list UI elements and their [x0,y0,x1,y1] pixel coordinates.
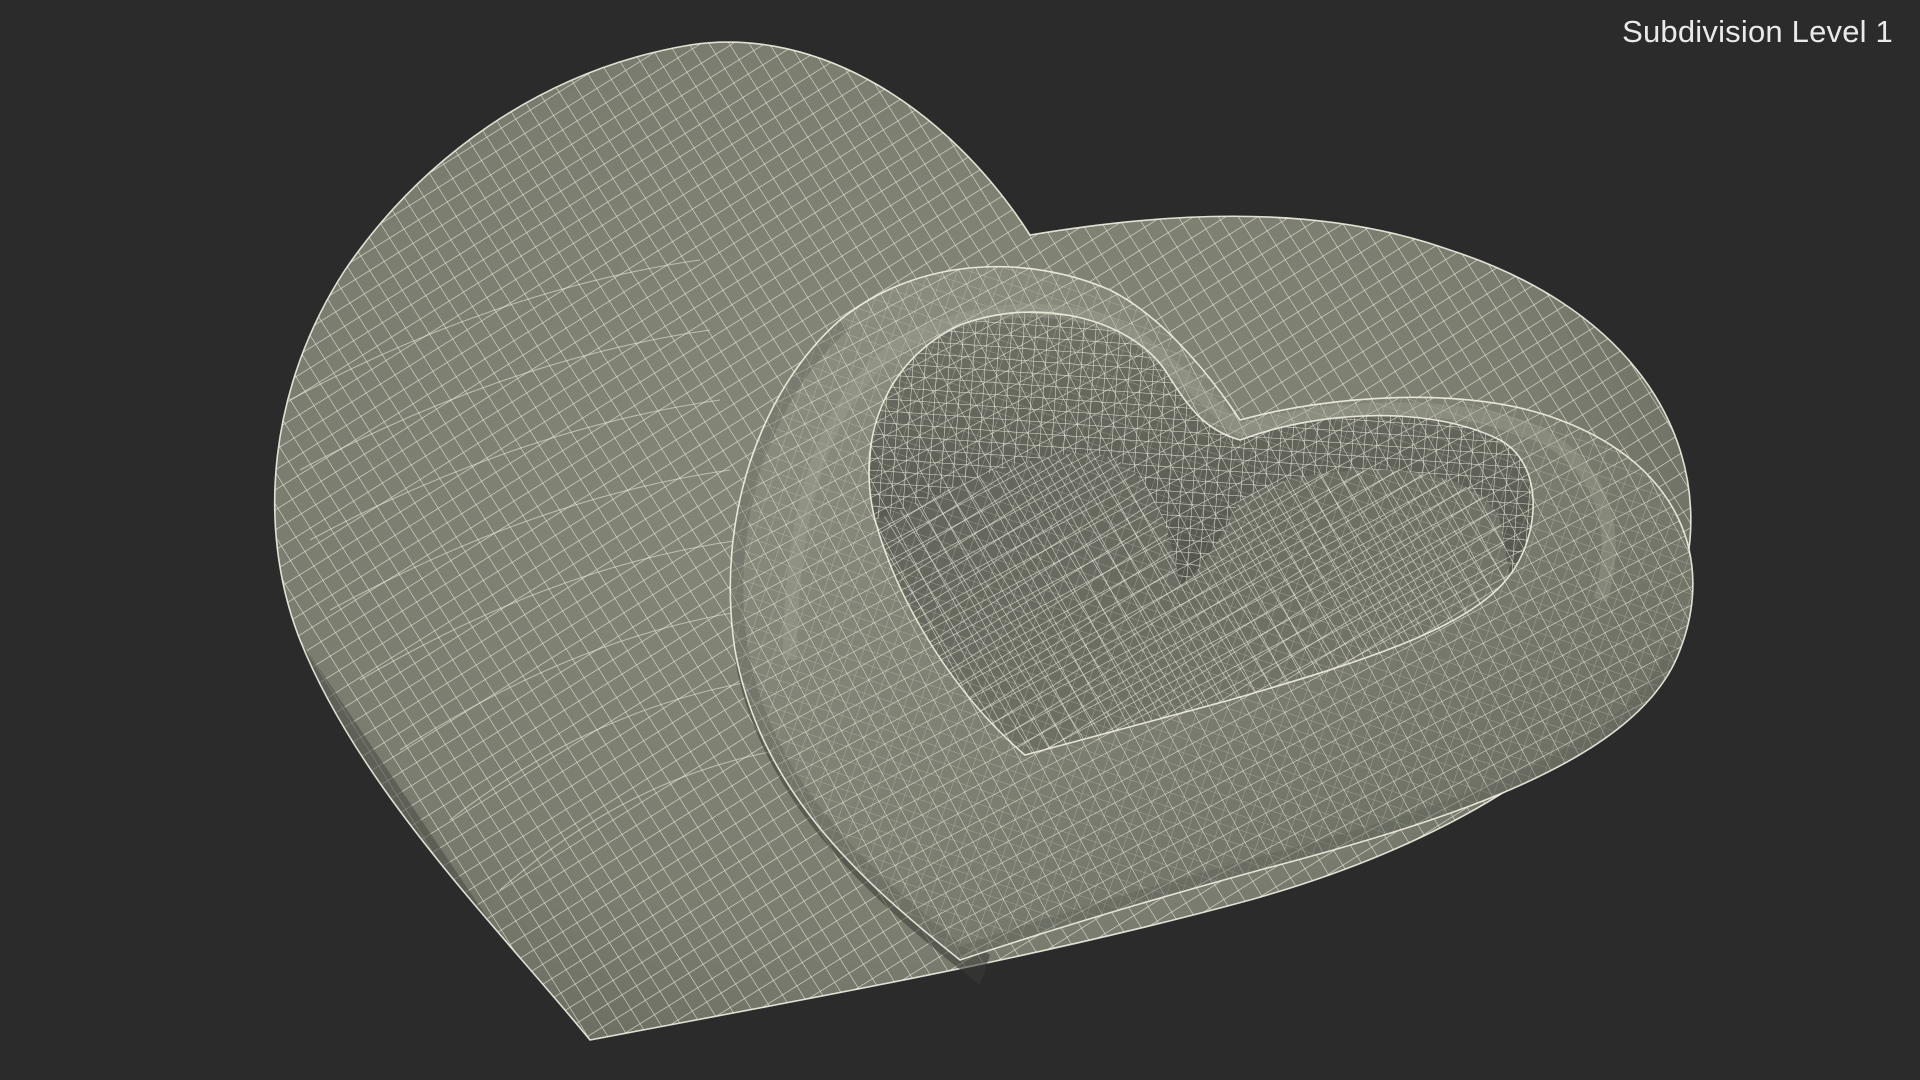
subdivision-level-label: Subdivision Level 1 [1622,14,1893,49]
heart-mesh-render [0,0,1920,1080]
3d-viewport[interactable]: Subdivision Level 1 [0,0,1920,1080]
